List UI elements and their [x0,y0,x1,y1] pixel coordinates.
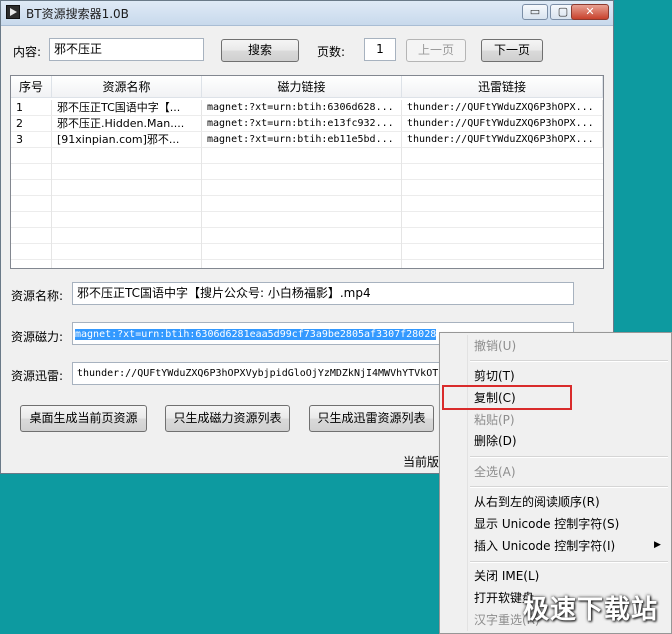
prev-page-button[interactable]: 上一页 [406,39,466,62]
menu-item-paste[interactable]: 粘贴(P) [474,410,515,430]
resource-name-field[interactable]: 邪不压正TC国语中字【搜片公众号: 小白杨福影】.mp4 [72,282,574,305]
gen-desktop-button[interactable]: 桌面生成当前页资源 [20,405,147,432]
content-label: 内容: [13,45,42,59]
page-input[interactable]: 1 [364,38,396,61]
close-button[interactable]: ✕ [571,4,609,20]
cell-magnet: magnet:?xt=urn:btih:e13fc932... [202,116,402,132]
cell-thunder: thunder://QUFtYWduZXQ6P3hOPX... [402,100,603,116]
resource-name-label: 资源名称: [11,289,64,303]
cell-magnet: magnet:?xt=urn:btih:6306d628... [202,100,402,116]
header-thunder[interactable]: 迅雷链接 [402,76,603,98]
menu-item-show-unicode[interactable]: 显示 Unicode 控制字符(S) [474,514,619,534]
table-row[interactable]: 2 邪不压正.Hidden.Man.... magnet:?xt=urn:bti… [11,116,603,132]
header-name[interactable]: 资源名称 [52,76,202,98]
menu-item-insert-unicode[interactable]: 插入 Unicode 控制字符(I) [474,536,615,556]
title-bar[interactable]: BT资源搜索器1.0B ▭ ▢ ✕ [1,1,613,26]
column-divider [401,148,402,268]
column-divider [51,148,52,268]
header-magnet[interactable]: 磁力链接 [202,76,402,98]
magnet-selected-text: magnet:?xt=urn:btih:6306d6281eaa5d99cf73… [75,329,437,340]
menu-item-undo[interactable]: 撤销(U) [474,336,516,356]
table-empty-area [11,148,603,268]
next-page-button[interactable]: 下一页 [481,39,543,62]
app-icon[interactable] [6,5,20,19]
cell-thunder: thunder://QUFtYWduZXQ6P3hOPX... [402,132,603,148]
menu-gutter [467,335,468,631]
submenu-arrow-icon: ▶ [654,540,661,550]
table-row[interactable]: 1 邪不压正TC国语中字【... magnet:?xt=urn:btih:630… [11,100,603,116]
cell-index: 1 [11,100,52,116]
cell-thunder: thunder://QUFtYWduZXQ6P3hOPX... [402,116,603,132]
cell-index: 3 [11,132,52,148]
resource-magnet-label: 资源磁力: [11,330,64,344]
menu-item-delete[interactable]: 删除(D) [474,431,517,451]
copy-highlight-box [442,385,572,410]
menu-item-rtl-reading[interactable]: 从右到左的阅读顺序(R) [474,492,600,512]
results-table[interactable]: 序号 资源名称 磁力链接 迅雷链接 1 邪不压正TC国语中字【... magne… [10,75,604,269]
cell-index: 2 [11,116,52,132]
menu-item-cut[interactable]: 剪切(T) [474,366,515,386]
resource-thunder-label: 资源迅雷: [11,369,64,383]
menu-separator [470,456,668,458]
minimize-button[interactable]: ▭ [522,4,548,20]
menu-item-select-all[interactable]: 全选(A) [474,462,516,482]
search-button[interactable]: 搜索 [221,39,299,62]
menu-item-close-ime[interactable]: 关闭 IME(L) [474,566,539,586]
menu-separator [470,561,668,563]
version-text: 当前版 [403,455,440,469]
menu-separator [470,486,668,488]
table-row[interactable]: 3 [91xinpian.com]邪不... magnet:?xt=urn:bt… [11,132,603,148]
cell-name: 邪不压正TC国语中字【... [52,100,202,116]
cell-name: [91xinpian.com]邪不... [52,132,202,148]
menu-separator [470,360,668,362]
table-header: 序号 资源名称 磁力链接 迅雷链接 [11,76,603,98]
cell-name: 邪不压正.Hidden.Man.... [52,116,202,132]
content-input[interactable]: 邪不压正 [49,38,204,61]
gen-magnet-list-button[interactable]: 只生成磁力资源列表 [165,405,290,432]
gen-thunder-list-button[interactable]: 只生成迅雷资源列表 [309,405,434,432]
window-title: BT资源搜索器1.0B [26,7,129,21]
page-label: 页数: [317,45,346,59]
cell-magnet: magnet:?xt=urn:btih:eb11e5bd... [202,132,402,148]
column-divider [201,148,202,268]
watermark-logo: 极速下载站 [522,595,658,625]
header-index[interactable]: 序号 [11,76,52,98]
